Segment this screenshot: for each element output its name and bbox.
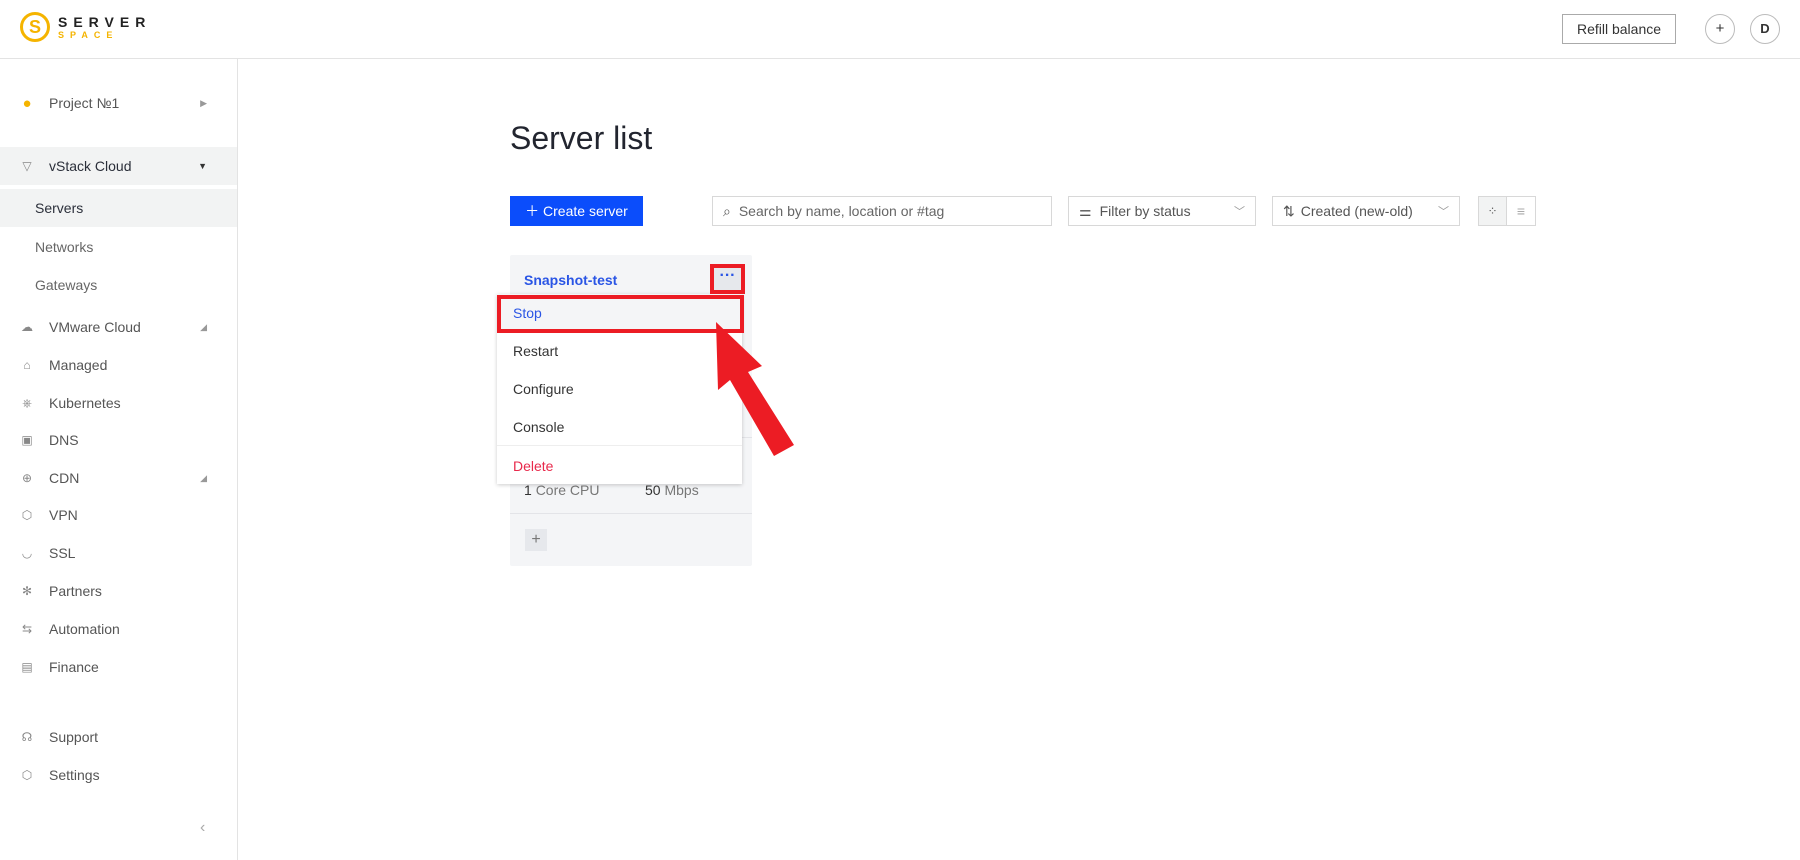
sidebar-item-label: Managed xyxy=(49,357,108,373)
refill-balance-button[interactable]: Refill balance xyxy=(1562,14,1676,44)
document-icon: ▤ xyxy=(21,660,33,674)
sidebar-item-networks[interactable]: Networks xyxy=(0,228,237,266)
filter-icon: ⚌ xyxy=(1079,202,1092,219)
sidebar-item-label: Kubernetes xyxy=(49,395,121,411)
sidebar-item-gateways[interactable]: Gateways xyxy=(0,266,237,304)
kubernetes-icon: ⎈ xyxy=(22,395,32,410)
gear-icon: ⬡ xyxy=(21,768,33,782)
grid-view-icon[interactable]: ⁘ xyxy=(1478,196,1507,226)
sidebar-item-partners[interactable]: ✻ Partners xyxy=(0,572,237,610)
collapse-sidebar-icon[interactable]: ‹ xyxy=(200,819,205,837)
vstack-icon: ▽ xyxy=(22,159,32,173)
sidebar-item-automation[interactable]: ⇆ Automation xyxy=(0,610,237,648)
sort-icon: ⇅ xyxy=(1283,202,1295,219)
add-tag-button[interactable]: + xyxy=(525,529,547,551)
sidebar-item-vstack-cloud[interactable]: ▽ vStack Cloud ▼ xyxy=(0,147,237,185)
list-view-icon[interactable]: ≡ xyxy=(1506,196,1536,226)
chevron-icon: ◢ xyxy=(200,321,207,332)
arrows-icon: ⇆ xyxy=(21,622,33,636)
sidebar-item-label: Support xyxy=(49,729,99,745)
sidebar-item-label: CDN xyxy=(49,470,80,486)
search-icon: ⌕ xyxy=(723,202,731,219)
logo-subtext: SPACE xyxy=(58,29,119,40)
page-title: Server list xyxy=(510,120,653,156)
sidebar: ● Project №1 ▶ ▽ vStack Cloud ▼ Servers Netw… xyxy=(0,59,238,860)
sidebar-item-label: VPN xyxy=(49,507,78,523)
vpn-icon: ⬡ xyxy=(21,508,33,522)
sidebar-item-label: DNS xyxy=(49,432,79,448)
project-icon: ● xyxy=(22,94,32,112)
sidebar-item-kubernetes[interactable]: ⎈ Kubernetes xyxy=(0,384,237,422)
sidebar-item-label: SSL xyxy=(49,545,76,561)
project-selector[interactable]: ● Project №1 ▶ xyxy=(0,84,237,122)
lock-icon: ⌂ xyxy=(23,358,31,372)
sidebar-item-managed[interactable]: ⌂ Managed xyxy=(0,346,237,384)
sidebar-item-label: Settings xyxy=(49,767,100,783)
cloud-icon: ☁ xyxy=(21,320,33,334)
sidebar-item-label: Automation xyxy=(49,621,120,637)
search-placeholder: Search by name, location or #tag xyxy=(738,203,945,219)
server-name[interactable]: Snapshot-test xyxy=(524,272,617,288)
globe-icon: ⊕ xyxy=(21,471,33,485)
sidebar-item-dns[interactable]: ▣ DNS xyxy=(0,421,237,459)
logo[interactable]: S SERVER SPACE xyxy=(20,12,151,42)
chevron-down-icon: ﹀ xyxy=(1438,206,1449,218)
sidebar-item-finance[interactable]: ▤ Finance xyxy=(0,648,237,686)
shield-icon: ◡ xyxy=(21,546,33,560)
sidebar-item-vmware-cloud[interactable]: ☁ VMware Cloud ◢ xyxy=(0,308,237,346)
sidebar-item-label: Partners xyxy=(49,583,102,599)
sidebar-item-cdn[interactable]: ⊕ CDN ◢ xyxy=(0,459,237,497)
avatar[interactable]: D xyxy=(1750,14,1780,44)
highlight-box-more xyxy=(710,264,745,294)
add-icon[interactable]: + xyxy=(1705,14,1735,44)
sidebar-item-ssl[interactable]: ◡ SSL xyxy=(0,534,237,572)
headset-icon: ☊ xyxy=(21,730,33,744)
red-arrow-icon xyxy=(716,322,794,456)
sidebar-item-label: Finance xyxy=(49,659,99,675)
partners-icon: ✻ xyxy=(21,584,33,598)
plus-icon: ＋ xyxy=(525,203,544,219)
chevron-down-icon: ▼ xyxy=(198,161,207,171)
sort-select[interactable]: ⇅ Created (new-old) ﹀ xyxy=(1272,196,1460,226)
create-server-label: Create server xyxy=(543,203,628,219)
sidebar-item-label: VMware Cloud xyxy=(49,319,141,335)
logo-icon: S xyxy=(20,12,50,42)
sidebar-item-support[interactable]: ☊ Support xyxy=(0,718,237,756)
logo-text: SERVER xyxy=(58,13,152,30)
sidebar-item-label: vStack Cloud xyxy=(49,158,132,174)
chevron-down-icon: ﹀ xyxy=(1234,206,1245,218)
sidebar-item-settings[interactable]: ⬡ Settings xyxy=(0,756,237,794)
chevron-icon: ◢ xyxy=(200,472,207,483)
search-input[interactable]: ⌕ Search by name, location or #tag xyxy=(712,196,1052,226)
top-header: S SERVER SPACE Refill balance + D xyxy=(0,0,1800,59)
create-server-button[interactable]: ＋ Create server xyxy=(510,196,643,226)
sidebar-item-servers[interactable]: Servers xyxy=(0,189,237,227)
sidebar-item-vpn[interactable]: ⬡ VPN xyxy=(0,496,237,534)
dns-icon: ▣ xyxy=(21,433,33,447)
filter-label: Filter by status xyxy=(1099,203,1191,219)
chevron-right-icon: ▶ xyxy=(200,97,207,108)
sort-label: Created (new-old) xyxy=(1300,203,1413,219)
project-label: Project №1 xyxy=(49,95,120,111)
filter-status-select[interactable]: ⚌ Filter by status ﹀ xyxy=(1068,196,1256,226)
